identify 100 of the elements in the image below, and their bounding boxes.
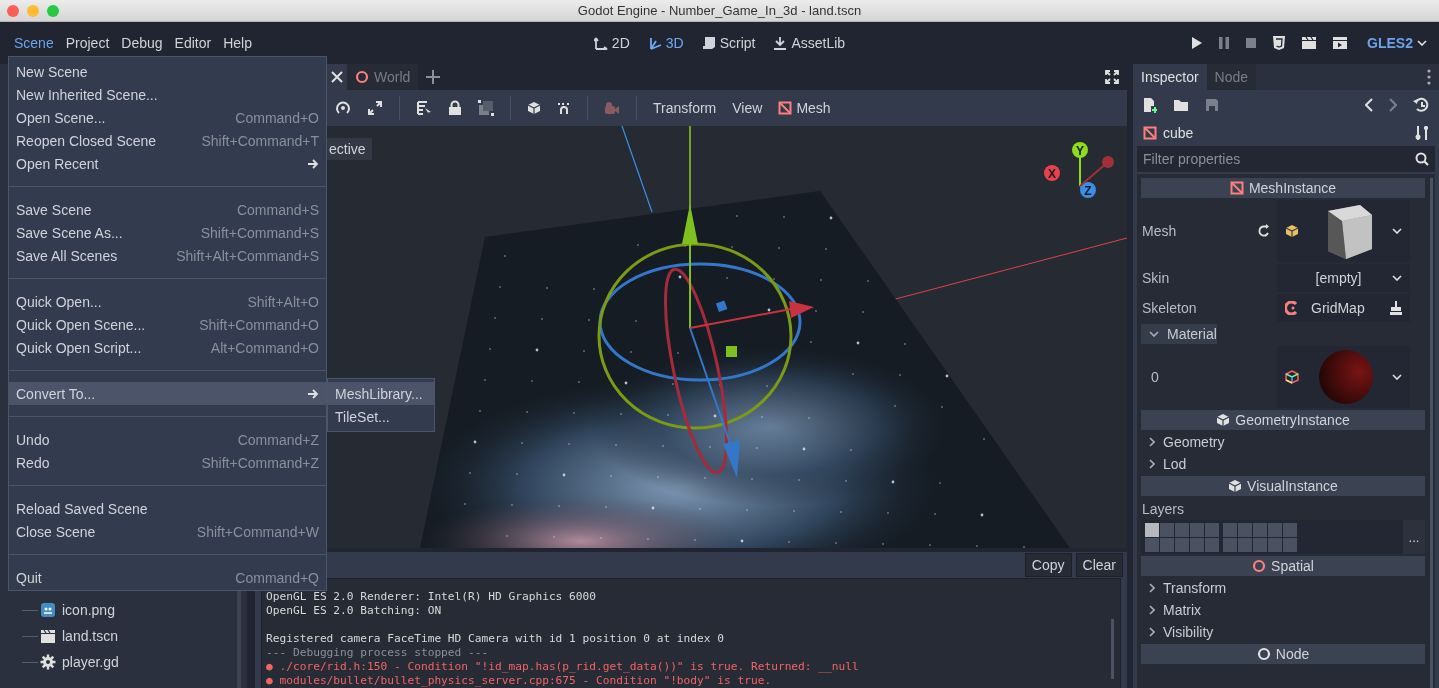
section-header[interactable]: Node <box>1141 644 1425 664</box>
menu-item[interactable]: Open Scene... Command+O <box>9 106 326 129</box>
window-close-button[interactable] <box>7 4 19 17</box>
menu-item[interactable]: Save All Scenes Shift+Alt+Command+S <box>9 244 326 267</box>
close-icon[interactable] <box>331 71 343 83</box>
layer-toggle[interactable] <box>1175 522 1189 537</box>
menu-item[interactable]: Open Recent <box>9 152 326 175</box>
file-name[interactable]: icon.png <box>62 602 115 618</box>
layer-toggle[interactable] <box>1238 522 1252 537</box>
snap-icon[interactable] <box>557 101 571 115</box>
menu-bar-item[interactable]: Editor <box>168 31 218 55</box>
menu-bar-item[interactable]: Debug <box>115 31 169 55</box>
output-button[interactable]: Clear <box>1075 553 1123 577</box>
property-group[interactable]: Geometry <box>1141 432 1225 452</box>
shield-icon[interactable] <box>1272 35 1287 51</box>
layer-toggle[interactable] <box>1175 537 1189 552</box>
axis-handle[interactable]: X <box>1044 165 1060 181</box>
mesh-resource-picker[interactable] <box>1277 200 1410 262</box>
layer-toggle[interactable] <box>1190 522 1204 537</box>
axis-handle[interactable] <box>1079 156 1114 187</box>
menu-item[interactable]: New Scene <box>9 60 326 83</box>
group-icon[interactable] <box>478 100 494 116</box>
file-name[interactable]: player.gd <box>62 654 119 670</box>
workspace-tab[interactable]: 2D <box>591 33 632 53</box>
dock-tab[interactable]: Node <box>1206 64 1257 90</box>
fullscreen-icon[interactable] <box>1105 70 1119 84</box>
layer-toggle[interactable] <box>1268 537 1282 552</box>
layer-toggle[interactable] <box>1145 537 1159 552</box>
layer-toggle[interactable] <box>1160 522 1174 537</box>
layer-toggle[interactable] <box>1223 522 1237 537</box>
menu-bar-item[interactable]: Project <box>59 31 116 55</box>
layers-menu-button[interactable]: ... <box>1403 520 1425 554</box>
camera-icon[interactable] <box>604 101 620 115</box>
workspace-tab[interactable]: AssetLib <box>771 33 848 53</box>
output-button[interactable]: Copy <box>1024 553 1072 577</box>
history-icon[interactable] <box>1413 97 1429 113</box>
workspace-tab[interactable]: 3D <box>645 33 686 53</box>
property-group[interactable]: Visibility <box>1141 622 1214 642</box>
menu-item[interactable]: Save Scene As... Shift+Command+S <box>9 221 326 244</box>
scale-icon[interactable] <box>367 100 383 116</box>
perspective-menu-button[interactable]: ective <box>327 138 372 160</box>
play-icon[interactable] <box>1191 36 1204 50</box>
menu-bar-item[interactable]: Help <box>217 31 258 55</box>
layer-toggle[interactable] <box>1268 522 1282 537</box>
layer-toggle[interactable] <box>1190 537 1204 552</box>
menu-item[interactable]: Quick Open Script... Alt+Command+O <box>9 336 326 359</box>
property-group[interactable]: Material <box>1141 324 1217 344</box>
forward-icon[interactable] <box>1389 98 1397 112</box>
layer-toggle[interactable] <box>1205 537 1219 552</box>
axis-handle[interactable]: Z <box>1079 182 1096 198</box>
layer-toggle[interactable] <box>1223 537 1237 552</box>
menu-item[interactable]: Undo Command+Z <box>9 428 326 451</box>
clapperboard-play-icon[interactable] <box>1332 36 1349 50</box>
menu-item[interactable]: Redo Shift+Command+Z <box>9 451 326 474</box>
property-group[interactable]: Lod <box>1141 454 1187 474</box>
skin-dropdown[interactable]: [empty] <box>1277 264 1410 292</box>
back-icon[interactable] <box>1365 98 1373 112</box>
pause-icon[interactable] <box>1218 36 1231 50</box>
menu-item[interactable]: Quick Open... Shift+Alt+O <box>9 290 326 313</box>
layer-toggle[interactable] <box>1283 537 1297 552</box>
add-tab-icon[interactable] <box>426 70 441 84</box>
clear-brush-icon[interactable] <box>1390 301 1402 315</box>
revert-icon[interactable] <box>1257 224 1271 238</box>
renderer-dropdown[interactable]: GLES2 <box>1363 33 1431 53</box>
menu-item[interactable]: Quit Command+Q <box>9 566 326 589</box>
layer-toggle[interactable] <box>1238 537 1252 552</box>
folder-icon[interactable] <box>1173 98 1189 112</box>
section-header[interactable]: MeshInstance <box>1141 178 1425 198</box>
property-group[interactable]: Transform <box>1141 578 1227 598</box>
layer-toggle[interactable] <box>1253 522 1267 537</box>
lock-icon[interactable] <box>448 100 462 116</box>
section-header[interactable]: Spatial <box>1141 556 1425 576</box>
toolbar-menu[interactable]: Mesh <box>778 100 831 116</box>
filter-field[interactable]: Filter properties <box>1137 146 1435 172</box>
new-file-icon[interactable] <box>1143 97 1157 113</box>
stop-icon[interactable] <box>1245 37 1258 49</box>
list-select-icon[interactable] <box>416 100 432 116</box>
rotate-icon[interactable] <box>335 100 351 116</box>
menu-item[interactable]: Reopen Closed Scene Shift+Command+T <box>9 129 326 152</box>
dock-tab[interactable]: Inspector <box>1133 64 1207 90</box>
layer-toggle[interactable] <box>1205 522 1219 537</box>
menu-item[interactable]: TileSet... <box>328 405 434 428</box>
layer-toggle[interactable] <box>1253 537 1267 552</box>
menu-item[interactable]: New Inherited Scene... <box>9 83 326 106</box>
tools-icon[interactable] <box>1415 125 1429 141</box>
section-header[interactable]: GeometryInstance <box>1141 410 1425 430</box>
menu-item[interactable]: Reload Saved Scene <box>9 497 326 520</box>
toolbar-menu[interactable]: View <box>732 100 763 116</box>
more-icon[interactable] <box>1427 69 1431 85</box>
workspace-tab[interactable]: Script <box>699 33 758 53</box>
property-group[interactable]: Matrix <box>1141 600 1202 620</box>
menu-bar-item[interactable]: Scene <box>8 31 60 55</box>
toolbar-menu[interactable]: Transform <box>653 100 717 116</box>
clapperboard-icon[interactable] <box>1301 36 1318 50</box>
layer-toggle[interactable] <box>1145 522 1159 537</box>
menu-item[interactable]: Close Scene Shift+Command+W <box>9 520 326 543</box>
section-header[interactable]: VisualInstance <box>1141 476 1425 496</box>
menu-item[interactable]: MeshLibrary... <box>328 382 434 405</box>
menu-item[interactable]: Convert To... <box>9 382 326 405</box>
menu-item[interactable]: Quick Open Scene... Shift+Command+O <box>9 313 326 336</box>
